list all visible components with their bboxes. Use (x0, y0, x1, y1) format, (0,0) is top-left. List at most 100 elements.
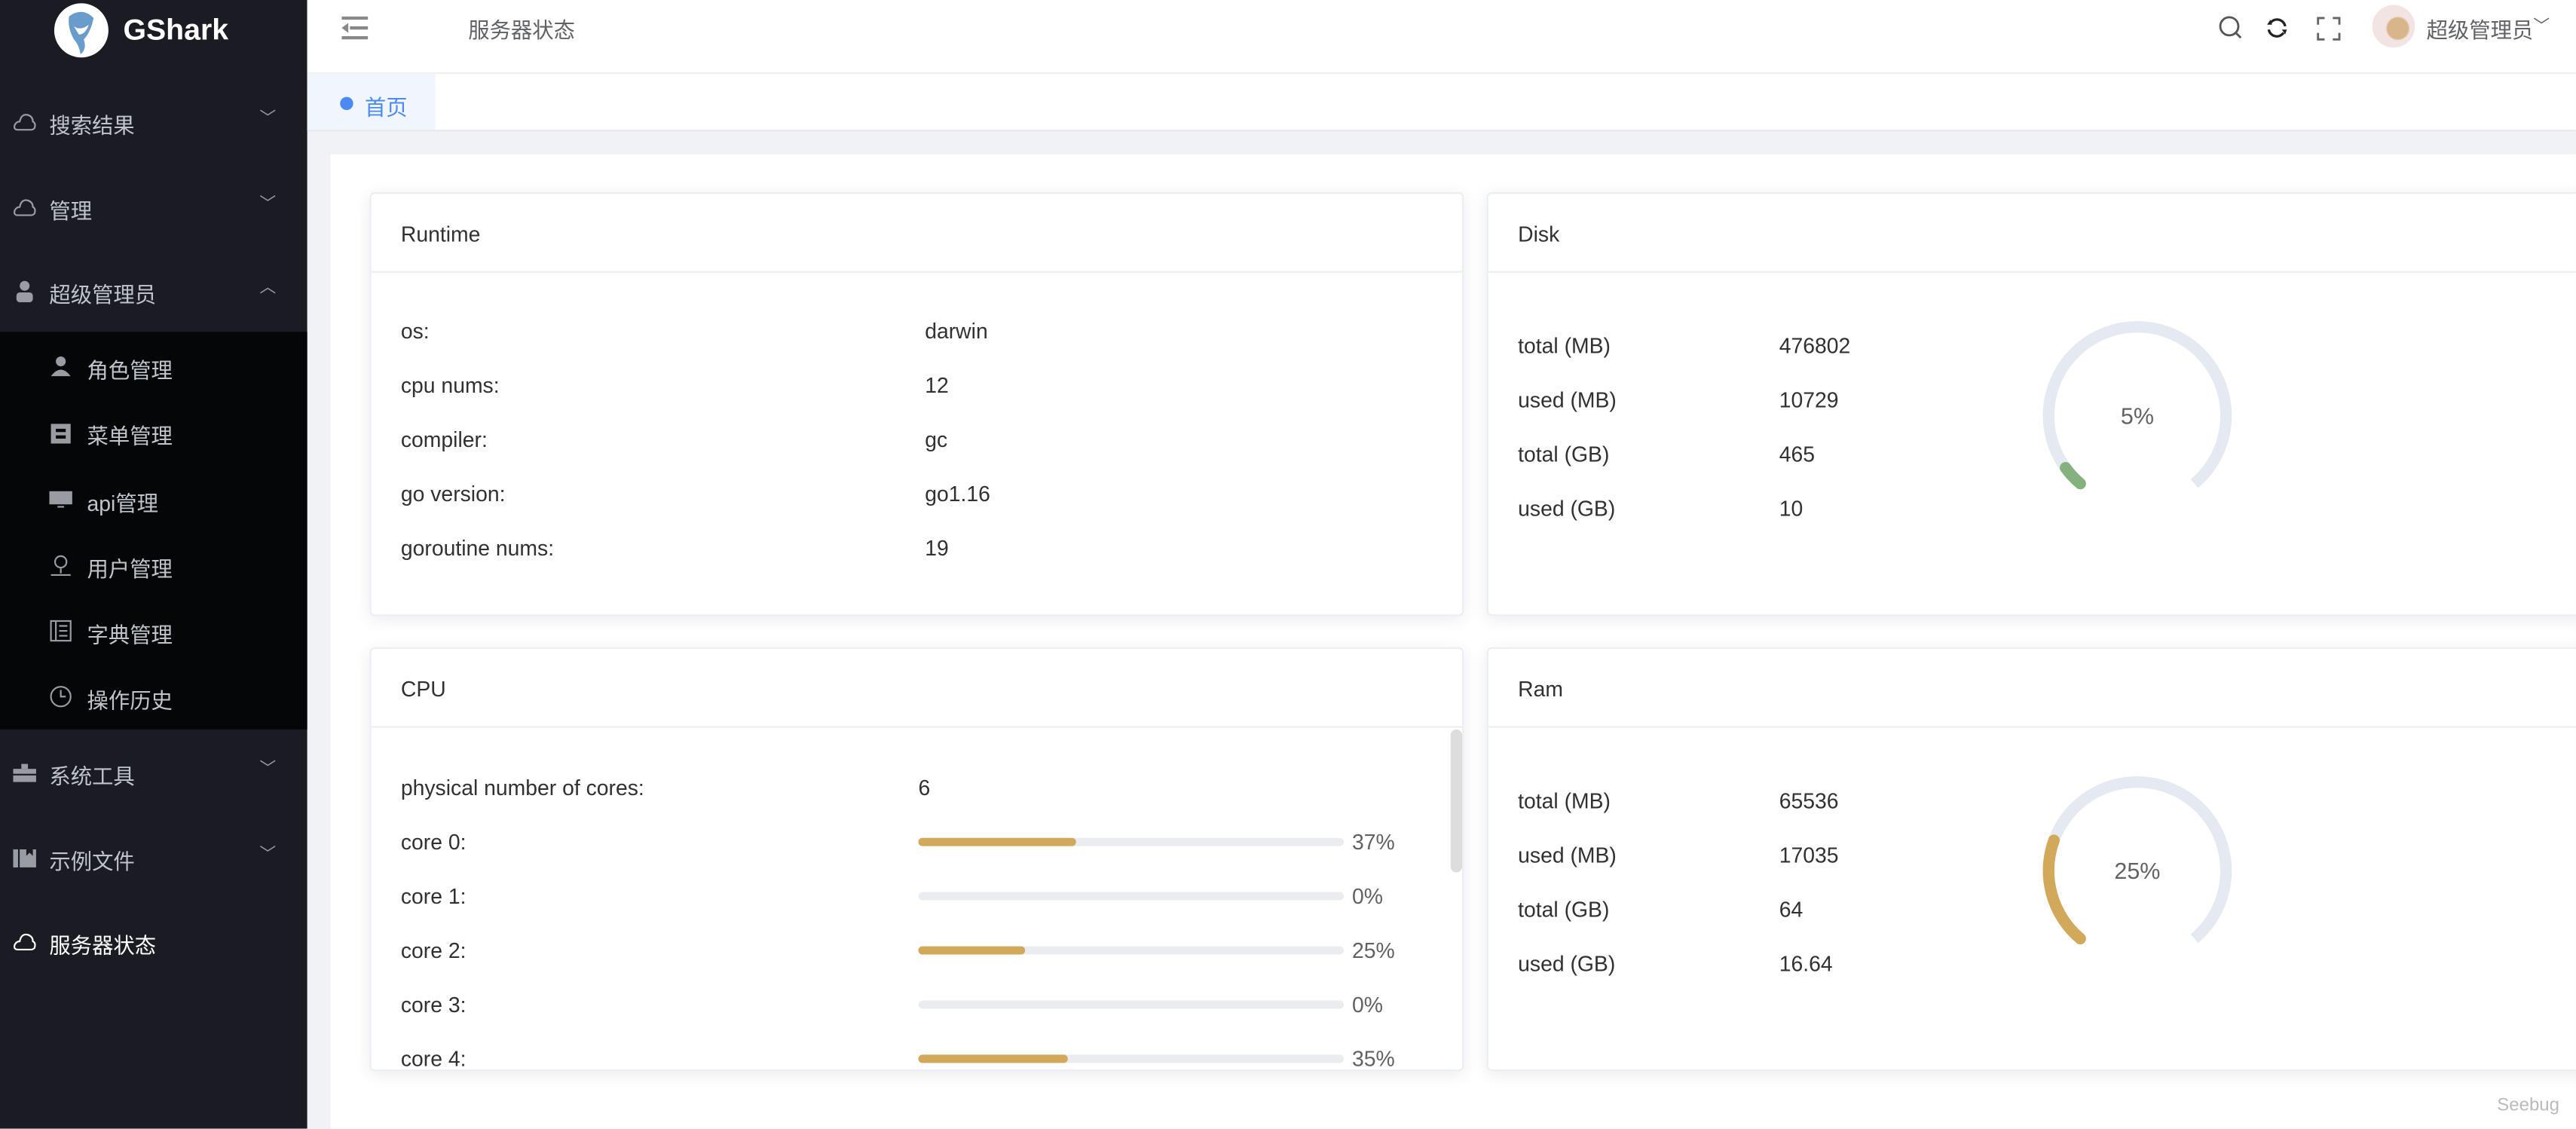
card-title: Runtime (400, 222, 481, 246)
core-progress-bar (918, 1054, 1345, 1063)
fullscreen-icon[interactable] (2317, 17, 2342, 41)
core-progress-bar (918, 1000, 1345, 1009)
core-progress-bar (918, 946, 1345, 955)
physical-cores-value: 6 (918, 775, 931, 800)
runtime-label: os: (400, 318, 430, 344)
ram-gauge: 25% (2042, 776, 2232, 945)
card-title: Ram (1518, 677, 1563, 702)
runtime-label: goroutine nums: (400, 535, 555, 561)
disk-label: used (MB) (1518, 387, 1617, 413)
disk-value: 10 (1779, 496, 1804, 521)
avatar[interactable] (2372, 5, 2415, 48)
sidebar-item-search-results[interactable]: 搜索结果 ﹀ (0, 89, 307, 155)
disk-label: total (GB) (1518, 442, 1610, 467)
page-title: 服务器状态 (468, 17, 575, 43)
physical-cores-label: physical number of cores: (400, 775, 644, 800)
user-menu[interactable]: 超级管理员 (2427, 13, 2534, 44)
sidebar-item-label: 字典管理 (87, 623, 173, 647)
ram-value: 16.64 (1779, 951, 1833, 976)
clock-icon (50, 686, 72, 708)
cloud-icon (13, 114, 36, 131)
sidebar-item-example-files[interactable]: 示例文件 ﹀ (0, 825, 307, 890)
disk-value: 10729 (1779, 387, 1839, 413)
sidebar-item-label: 用户管理 (87, 556, 173, 582)
search-icon[interactable] (2218, 15, 2244, 41)
chevron-up-icon: ︿ (259, 279, 277, 298)
core-label: core 4: (400, 1046, 467, 1072)
sidebar-item-label: 服务器状态 (49, 933, 157, 958)
ram-label: used (GB) (1518, 951, 1616, 976)
disk-gauge: 5% (2042, 321, 2232, 490)
toolbox-icon (13, 763, 36, 782)
cloud-icon (13, 933, 36, 951)
core-label: core 2: (400, 938, 467, 963)
collapse-menu-icon[interactable] (341, 16, 369, 40)
core-progress-bar (918, 837, 1345, 846)
core-label: core 0: (400, 829, 467, 855)
gauge-label: 25% (2114, 858, 2160, 884)
disk-value: 465 (1779, 442, 1816, 467)
sidebar-item-label: 系统工具 (49, 763, 135, 789)
chevron-down-icon[interactable]: ﹀ (2533, 11, 2550, 36)
active-dot (340, 96, 353, 111)
runtime-card: Runtime os: darwin cpu nums: 12 compiler: gc g… (369, 192, 1464, 617)
ram-card: Ram total (MB) 65536 used (MB) 17035 total (… (1486, 647, 2576, 1072)
sidebar-item-system-tools[interactable]: 系统工具 ﹀ (0, 739, 307, 805)
monitor-icon (49, 491, 72, 508)
sidebar-item-history[interactable]: 操作历史 (0, 664, 307, 730)
core-percent: 0% (1351, 992, 1383, 1017)
sidebar-item-label: 角色管理 (87, 358, 173, 383)
refresh-icon[interactable] (2265, 17, 2289, 40)
runtime-label: go version: (400, 481, 506, 506)
ram-label: total (GB) (1518, 897, 1610, 922)
clipboard-icon (50, 424, 71, 444)
ram-label: used (MB) (1518, 843, 1617, 867)
person-outline-icon (50, 555, 71, 577)
ram-value: 17035 (1779, 843, 1839, 867)
files-icon (13, 849, 36, 867)
sidebar-item-manage[interactable]: 管理 ﹀ (0, 174, 307, 240)
sidebar-item-menus[interactable]: 菜单管理 (0, 399, 307, 465)
sidebar: GShark 搜索结果 ﹀ 管理 ﹀ 超级管理员 ︿ 角色管理 菜单管理 api… (0, 0, 307, 1129)
sidebar-item-label: 操作历史 (87, 688, 173, 714)
core-percent: 37% (1351, 829, 1395, 855)
runtime-value: go1.16 (925, 481, 990, 506)
core-label: core 3: (400, 992, 467, 1017)
runtime-value: 19 (925, 535, 949, 561)
sidebar-item-server-status[interactable]: 服务器状态 (0, 908, 307, 974)
sidebar-item-label: api管理 (87, 491, 159, 516)
core-progress-fill (918, 946, 1025, 955)
chevron-down-icon: ﹀ (259, 760, 277, 779)
sidebar-item-dictionary[interactable]: 字典管理 (0, 598, 307, 663)
core-percent: 0% (1351, 883, 1383, 909)
runtime-value: darwin (925, 318, 988, 344)
sidebar-item-label: 管理 (49, 198, 93, 224)
disk-label: used (GB) (1518, 496, 1616, 521)
runtime-value: 12 (925, 372, 949, 398)
user-icon (16, 280, 33, 303)
ram-label: total (MB) (1518, 788, 1611, 814)
chevron-down-icon: ﹀ (259, 110, 277, 129)
user-icon (50, 356, 71, 377)
tab-home[interactable]: 首页 (307, 74, 436, 130)
runtime-value: gc (925, 427, 948, 452)
core-percent: 35% (1351, 1046, 1395, 1072)
card-title: Disk (1518, 222, 1560, 246)
gauge-fill (2042, 834, 2086, 945)
sidebar-item-label: 搜索结果 (49, 113, 135, 139)
card-title: CPU (400, 677, 446, 702)
core-label: core 1: (400, 883, 467, 909)
sidebar-item-label: 超级管理员 (49, 282, 157, 307)
ram-value: 65536 (1779, 788, 1839, 814)
sidebar-item-roles[interactable]: 角色管理 (0, 333, 307, 399)
disk-card: Disk total (MB) 476802 used (MB) 10729 total… (1486, 192, 2576, 617)
sidebar-item-label: 菜单管理 (87, 424, 173, 449)
scrollbar[interactable] (1450, 729, 1463, 873)
ram-value: 64 (1779, 897, 1804, 922)
cloud-icon (13, 199, 36, 216)
submenu: 角色管理 菜单管理 api管理 用户管理 字典管理 操作历史 (0, 332, 307, 730)
sidebar-item-api[interactable]: api管理 (0, 467, 307, 532)
sidebar-item-super-admin[interactable]: 超级管理员 ︿ (0, 258, 307, 323)
sidebar-item-users[interactable]: 用户管理 (0, 532, 307, 598)
brand-name: GShark (123, 13, 229, 47)
